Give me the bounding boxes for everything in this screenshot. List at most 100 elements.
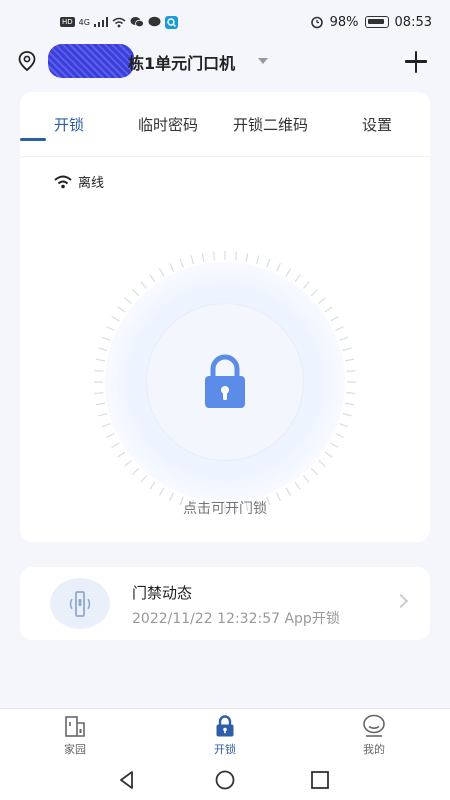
- dial-tick: [158, 268, 165, 277]
- dial-tick: [346, 392, 356, 395]
- connection-status: 离线: [54, 172, 104, 191]
- back-icon[interactable]: [116, 769, 138, 791]
- dial-tick: [101, 423, 111, 428]
- dial-tick: [131, 288, 140, 297]
- dial-tick: [285, 268, 292, 277]
- nav-label-home: 家园: [64, 743, 86, 756]
- dial-tick: [111, 442, 120, 449]
- tab-active-indicator: [20, 138, 46, 141]
- dial-tick: [342, 412, 352, 417]
- signal-4g-icon: 4G: [78, 17, 90, 27]
- dial-tick: [179, 258, 184, 268]
- lock-icon[interactable]: [202, 342, 248, 422]
- tab-settings[interactable]: 设置: [362, 114, 392, 135]
- dial-tick: [335, 433, 344, 438]
- status-bar-left: HD 4G: [60, 15, 178, 29]
- dial-tick: [318, 459, 326, 467]
- dial-tick: [140, 281, 148, 289]
- dial-tick: [294, 481, 301, 490]
- dial-tick: [330, 442, 339, 449]
- wifi-icon: [112, 17, 126, 27]
- dial-tick: [190, 255, 195, 265]
- dial-tick: [346, 369, 356, 372]
- dial-tick: [201, 252, 205, 262]
- dial-tick: [335, 326, 344, 331]
- profile-icon: [363, 714, 385, 737]
- dial-tick: [245, 252, 249, 262]
- dial-tick: [94, 369, 104, 372]
- dial-tick: [106, 433, 115, 438]
- tab-unlock[interactable]: 开锁: [54, 114, 84, 135]
- dial-tick: [330, 315, 339, 322]
- dial-tick: [98, 347, 108, 352]
- dial-tick: [117, 451, 126, 458]
- nav-item-unlock[interactable]: 开锁: [195, 713, 255, 757]
- dial-tick: [324, 451, 333, 458]
- chevron-down-icon[interactable]: [258, 58, 268, 64]
- dial-tick: [285, 487, 292, 496]
- tab-temp-password[interactable]: 临时密码: [138, 114, 198, 135]
- nav-label-profile: 我的: [363, 743, 385, 756]
- dial-tick: [318, 297, 326, 305]
- app-icon: [164, 15, 178, 29]
- system-nav-bar: [0, 760, 450, 800]
- nav-item-profile[interactable]: 我的: [344, 713, 404, 757]
- dial-tick: [124, 297, 132, 305]
- dial-tick: [95, 402, 105, 406]
- dial-tick: [310, 288, 319, 297]
- home-building-icon: [65, 716, 85, 737]
- alarm-icon: [310, 16, 323, 29]
- dial-tick: [140, 475, 148, 483]
- battery-icon: [364, 16, 389, 28]
- dial-tick: [266, 258, 271, 268]
- unlock-hint: 点击可开门锁: [183, 501, 267, 517]
- dial-tick: [111, 315, 120, 322]
- device-title[interactable]: 栋1单元门口机: [128, 50, 235, 74]
- battery-percent: 98%: [329, 14, 359, 30]
- dial-tick: [276, 263, 281, 272]
- wifi-icon: [54, 175, 72, 188]
- tab-bar: 开锁 临时密码 开锁二维码 设置: [20, 92, 430, 157]
- bottom-nav: 家园 开锁 我的: [0, 708, 450, 760]
- activity-title: 门禁动态: [132, 584, 193, 602]
- dial-tick: [294, 274, 301, 283]
- location-pin-icon[interactable]: [16, 50, 38, 72]
- add-button[interactable]: [402, 48, 430, 76]
- dial-tick: [106, 326, 115, 331]
- header: 栋1单元门口机: [0, 44, 450, 78]
- dial-tick: [94, 392, 104, 395]
- recents-icon[interactable]: [309, 769, 331, 791]
- status-bar-right: 98% 08:53: [310, 15, 432, 30]
- dial-tick: [302, 281, 310, 289]
- message-icon: [148, 16, 161, 27]
- access-activity-card[interactable]: 门禁动态 2022/11/22 12:32:57 App开锁: [20, 567, 430, 640]
- dial-tick: [310, 467, 319, 476]
- dial-tick: [212, 251, 215, 261]
- dial-tick: [101, 336, 111, 341]
- dial-tick: [324, 306, 333, 313]
- dial-tick: [95, 358, 105, 362]
- dial-tick: [158, 487, 165, 496]
- dial-tick: [149, 274, 156, 283]
- door-access-icon: [50, 578, 110, 629]
- tab-unlock-qrcode[interactable]: 开锁二维码: [233, 114, 308, 135]
- dial-tick: [131, 467, 140, 476]
- signal-bars-icon: [93, 17, 108, 27]
- activity-detail: 2022/11/22 12:32:57 App开锁: [132, 611, 340, 627]
- door-device-icon: [69, 590, 91, 617]
- unlock-dial[interactable]: [85, 242, 365, 522]
- chevron-right-icon: [393, 593, 409, 609]
- nav-label-unlock: 开锁: [214, 743, 236, 756]
- dial-tick: [255, 255, 260, 265]
- dial-tick: [117, 306, 126, 313]
- hd-icon: HD: [60, 17, 75, 27]
- wechat-icon: [130, 17, 144, 28]
- nav-item-home[interactable]: 家园: [45, 713, 105, 757]
- connection-status-text: 离线: [78, 176, 105, 191]
- dial-tick: [169, 263, 174, 272]
- home-icon[interactable]: [214, 769, 236, 791]
- dial-tick: [345, 358, 355, 362]
- lock-icon: [216, 715, 234, 737]
- dial-tick: [342, 347, 352, 352]
- dial-tick: [339, 423, 349, 428]
